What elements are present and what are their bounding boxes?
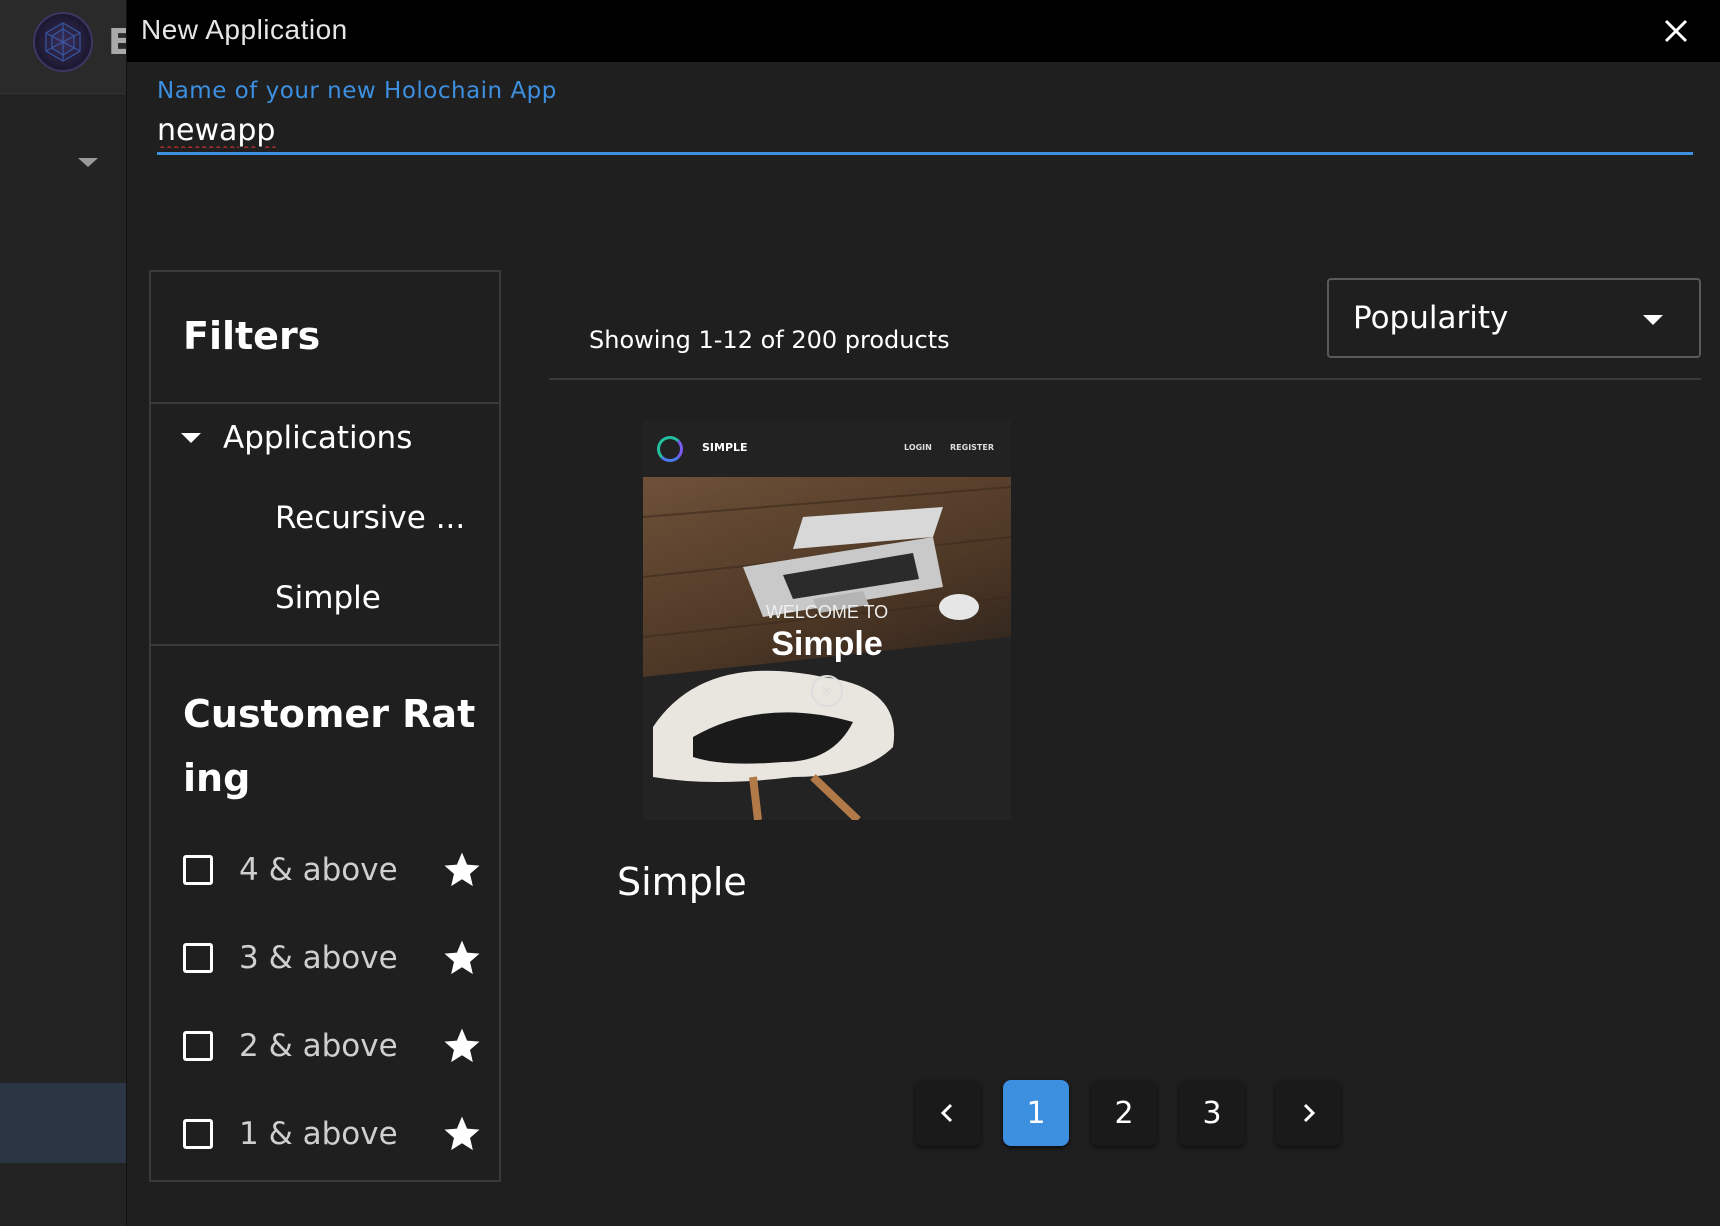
chevron-left-icon	[940, 1103, 953, 1123]
star-icon	[444, 940, 480, 975]
rating-option-1[interactable]: 1 & above	[183, 1112, 483, 1156]
app-name-input[interactable]	[157, 108, 1693, 152]
results-count: Showing 1-12 of 200 products	[589, 326, 950, 354]
close-button[interactable]	[1659, 14, 1693, 48]
rating-label: 4 & above	[239, 852, 398, 888]
application-item-simple[interactable]: Simple	[275, 580, 381, 616]
filters-panel: Filters Applications Recursive ... Simpl…	[149, 270, 501, 1182]
next-page-button[interactable]	[1275, 1080, 1341, 1146]
thumbnail-welcome-text: WELCOME TO	[765, 602, 889, 622]
dialog-title: New Application	[141, 14, 348, 45]
rating-option-3[interactable]: 3 & above	[183, 936, 483, 980]
divider	[151, 644, 499, 646]
product-thumbnail[interactable]: SIMPLE LOGIN REGISTER WELCOME TO Simple	[643, 420, 1011, 820]
star-icon	[444, 1028, 480, 1063]
applications-label: Applications	[223, 420, 413, 456]
checkbox[interactable]	[183, 1031, 213, 1061]
product-card[interactable]: SIMPLE LOGIN REGISTER WELCOME TO Simple …	[617, 420, 1011, 920]
sort-select[interactable]: Popularity	[1327, 278, 1701, 358]
app-name-field: Name of your new Holochain App	[157, 78, 1693, 156]
rating-label: 1 & above	[239, 1116, 398, 1152]
thumbnail-brand: SIMPLE	[702, 441, 748, 454]
page-button-3[interactable]: 3	[1179, 1080, 1245, 1146]
previous-page-button[interactable]	[915, 1080, 981, 1146]
background-app-sidebar: E	[0, 0, 133, 1226]
chevron-right-icon	[1303, 1103, 1316, 1123]
filters-title: Filters	[183, 314, 321, 358]
star-icon	[444, 1116, 480, 1151]
thumbnail-heading: Simple	[771, 625, 883, 663]
thumbnail-navbar: SIMPLE LOGIN REGISTER	[643, 420, 1011, 477]
background-selected-item[interactable]	[0, 1083, 126, 1163]
divider	[151, 402, 499, 404]
star-icon	[444, 852, 480, 887]
customer-rating-title: Customer Rating	[183, 692, 476, 800]
applications-toggle[interactable]: Applications	[181, 420, 412, 456]
application-item-recursive[interactable]: Recursive ...	[275, 500, 465, 536]
caret-down-icon	[1643, 315, 1663, 325]
rating-option-4[interactable]: 4 & above	[183, 848, 483, 892]
dialog-header: New Application	[127, 0, 1720, 62]
rating-label: 2 & above	[239, 1028, 398, 1064]
rating-option-2[interactable]: 2 & above	[183, 1024, 483, 1068]
app-name-underline	[157, 152, 1693, 155]
app-name-label: Name of your new Holochain App	[157, 78, 557, 104]
product-name: Simple	[617, 860, 747, 904]
sort-selected-value: Popularity	[1353, 300, 1509, 336]
close-icon	[1664, 19, 1688, 43]
thumbnail-hero-image: WELCOME TO Simple	[643, 477, 1011, 820]
new-application-dialog: New Application Name of your new Holocha…	[126, 0, 1720, 1226]
caret-down-icon	[181, 433, 201, 443]
divider	[549, 378, 1701, 380]
holochain-logo-icon	[33, 12, 93, 72]
rating-label: 3 & above	[239, 940, 398, 976]
page-button-2[interactable]: 2	[1091, 1080, 1157, 1146]
thumbnail-logo-icon	[657, 436, 683, 462]
thumbnail-login-link: LOGIN	[904, 443, 932, 452]
page-button-1[interactable]: 1	[1003, 1080, 1069, 1146]
checkbox[interactable]	[183, 1119, 213, 1149]
checkbox[interactable]	[183, 855, 213, 885]
chevron-double-down-icon	[811, 675, 843, 707]
checkbox[interactable]	[183, 943, 213, 973]
chevron-down-icon[interactable]	[78, 158, 98, 167]
thumbnail-register-link: REGISTER	[950, 443, 995, 452]
